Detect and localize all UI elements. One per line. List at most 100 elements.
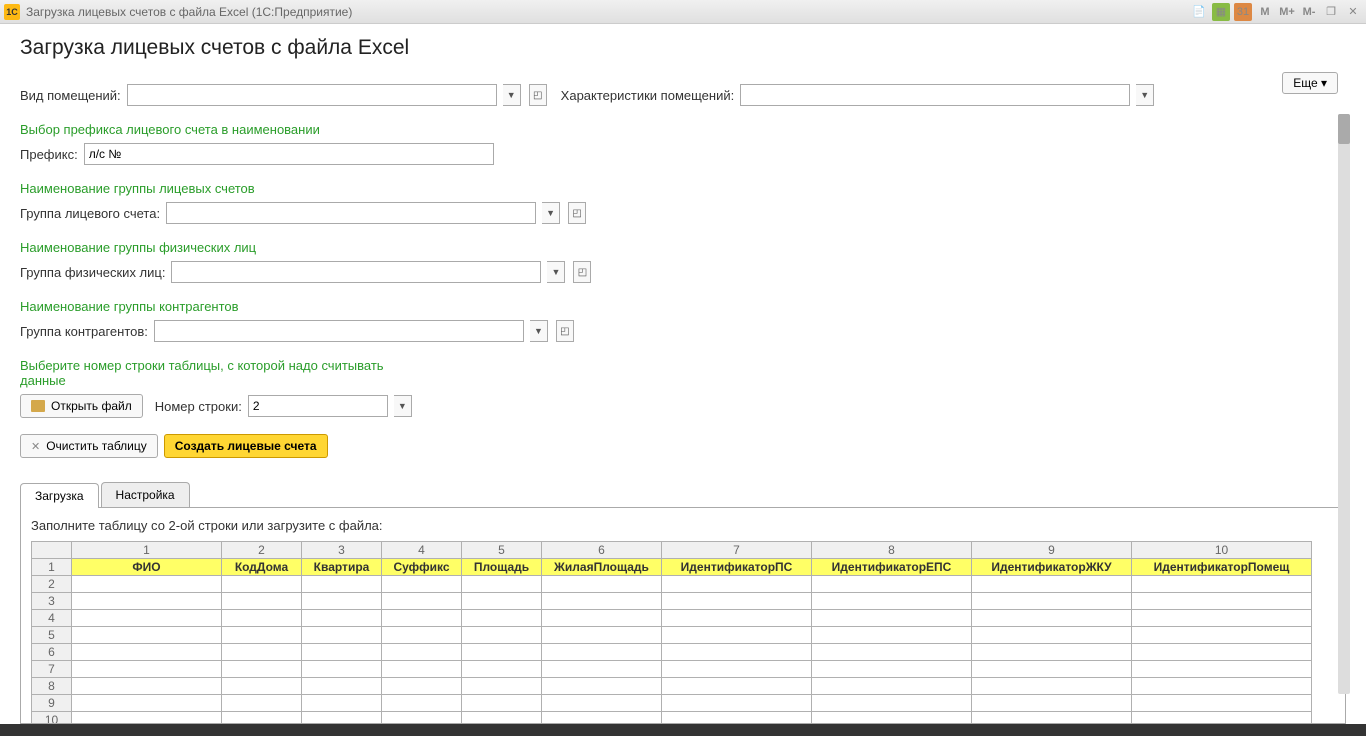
table-cell[interactable]	[662, 678, 812, 695]
table-cell[interactable]	[462, 712, 542, 725]
table-cell[interactable]	[812, 712, 972, 725]
scrollbar[interactable]	[1338, 114, 1350, 694]
table-cell[interactable]	[382, 593, 462, 610]
group-k-input[interactable]	[154, 320, 524, 342]
room-type-input[interactable]	[127, 84, 497, 106]
table-cell[interactable]	[662, 712, 812, 725]
table-cell[interactable]	[662, 627, 812, 644]
group-ls-expand[interactable]: ◰	[568, 202, 586, 224]
table-cell[interactable]	[972, 678, 1132, 695]
table-cell[interactable]	[662, 695, 812, 712]
table-cell[interactable]	[462, 661, 542, 678]
more-button[interactable]: Еще ▾	[1282, 72, 1338, 94]
table-cell[interactable]	[382, 576, 462, 593]
table-cell[interactable]	[72, 678, 222, 695]
table-cell[interactable]	[222, 678, 302, 695]
table-cell[interactable]	[72, 712, 222, 725]
m-button[interactable]: M	[1256, 3, 1274, 21]
table-cell[interactable]	[972, 627, 1132, 644]
table-cell[interactable]	[72, 644, 222, 661]
row-num-input[interactable]	[248, 395, 388, 417]
table-cell[interactable]	[382, 712, 462, 725]
room-char-input[interactable]	[740, 84, 1130, 106]
group-ls-input[interactable]	[166, 202, 536, 224]
table-cell[interactable]	[462, 695, 542, 712]
table-cell[interactable]	[382, 661, 462, 678]
table-cell[interactable]	[222, 610, 302, 627]
table-cell[interactable]	[812, 695, 972, 712]
table-cell[interactable]	[1132, 576, 1312, 593]
group-fl-expand[interactable]: ◰	[573, 261, 591, 283]
table-cell[interactable]	[1132, 695, 1312, 712]
room-type-expand[interactable]: ◰	[529, 84, 547, 106]
table-cell[interactable]	[812, 610, 972, 627]
table-cell[interactable]	[1132, 593, 1312, 610]
table-cell[interactable]	[72, 695, 222, 712]
m-minus-button[interactable]: M-	[1300, 3, 1318, 21]
table-cell[interactable]	[662, 661, 812, 678]
table-cell[interactable]	[72, 610, 222, 627]
table-cell[interactable]	[302, 627, 382, 644]
table-cell[interactable]	[812, 593, 972, 610]
table-cell[interactable]	[462, 576, 542, 593]
table-cell[interactable]	[972, 661, 1132, 678]
group-k-expand[interactable]: ◰	[556, 320, 574, 342]
table-cell[interactable]	[382, 695, 462, 712]
group-ls-dropdown[interactable]: ▼	[542, 202, 560, 224]
table-cell[interactable]	[542, 644, 662, 661]
table-cell[interactable]	[382, 610, 462, 627]
table-cell[interactable]	[812, 644, 972, 661]
table-cell[interactable]	[972, 644, 1132, 661]
table-cell[interactable]	[542, 627, 662, 644]
table-cell[interactable]	[72, 593, 222, 610]
table-cell[interactable]	[382, 627, 462, 644]
group-fl-dropdown[interactable]: ▼	[547, 261, 565, 283]
table-cell[interactable]	[462, 593, 542, 610]
table-cell[interactable]	[972, 576, 1132, 593]
table-cell[interactable]	[222, 576, 302, 593]
table-cell[interactable]	[462, 610, 542, 627]
table-cell[interactable]	[302, 712, 382, 725]
room-char-dropdown[interactable]: ▼	[1136, 84, 1154, 106]
m-plus-button[interactable]: M+	[1278, 3, 1296, 21]
table-cell[interactable]	[812, 576, 972, 593]
table-cell[interactable]	[302, 644, 382, 661]
table-cell[interactable]	[222, 695, 302, 712]
table-cell[interactable]	[382, 644, 462, 661]
table-cell[interactable]	[222, 593, 302, 610]
table-cell[interactable]	[222, 712, 302, 725]
table-cell[interactable]	[662, 644, 812, 661]
table-cell[interactable]	[72, 627, 222, 644]
table-cell[interactable]	[1132, 712, 1312, 725]
clear-table-button[interactable]: ✕Очистить таблицу	[20, 434, 158, 458]
group-fl-input[interactable]	[171, 261, 541, 283]
table-cell[interactable]	[662, 593, 812, 610]
table-cell[interactable]	[1132, 661, 1312, 678]
table-cell[interactable]	[542, 610, 662, 627]
table-cell[interactable]	[662, 576, 812, 593]
doc-icon[interactable]: 📄	[1190, 3, 1208, 21]
table-cell[interactable]	[222, 627, 302, 644]
table-cell[interactable]	[72, 661, 222, 678]
table-cell[interactable]	[302, 661, 382, 678]
table-cell[interactable]	[542, 695, 662, 712]
table-cell[interactable]	[222, 644, 302, 661]
table-cell[interactable]	[812, 627, 972, 644]
table-cell[interactable]	[302, 695, 382, 712]
calendar-icon[interactable]: 31	[1234, 3, 1252, 21]
table-cell[interactable]	[1132, 678, 1312, 695]
table-cell[interactable]	[462, 644, 542, 661]
table-cell[interactable]	[542, 576, 662, 593]
table-cell[interactable]	[542, 678, 662, 695]
table-cell[interactable]	[662, 610, 812, 627]
table-cell[interactable]	[542, 661, 662, 678]
table-cell[interactable]	[302, 610, 382, 627]
table-cell[interactable]	[812, 661, 972, 678]
table-cell[interactable]	[462, 627, 542, 644]
table-cell[interactable]	[302, 576, 382, 593]
table-cell[interactable]	[1132, 627, 1312, 644]
table-cell[interactable]	[1132, 644, 1312, 661]
row-num-dropdown[interactable]: ▼	[394, 395, 412, 417]
table-cell[interactable]	[222, 661, 302, 678]
table-cell[interactable]	[462, 678, 542, 695]
